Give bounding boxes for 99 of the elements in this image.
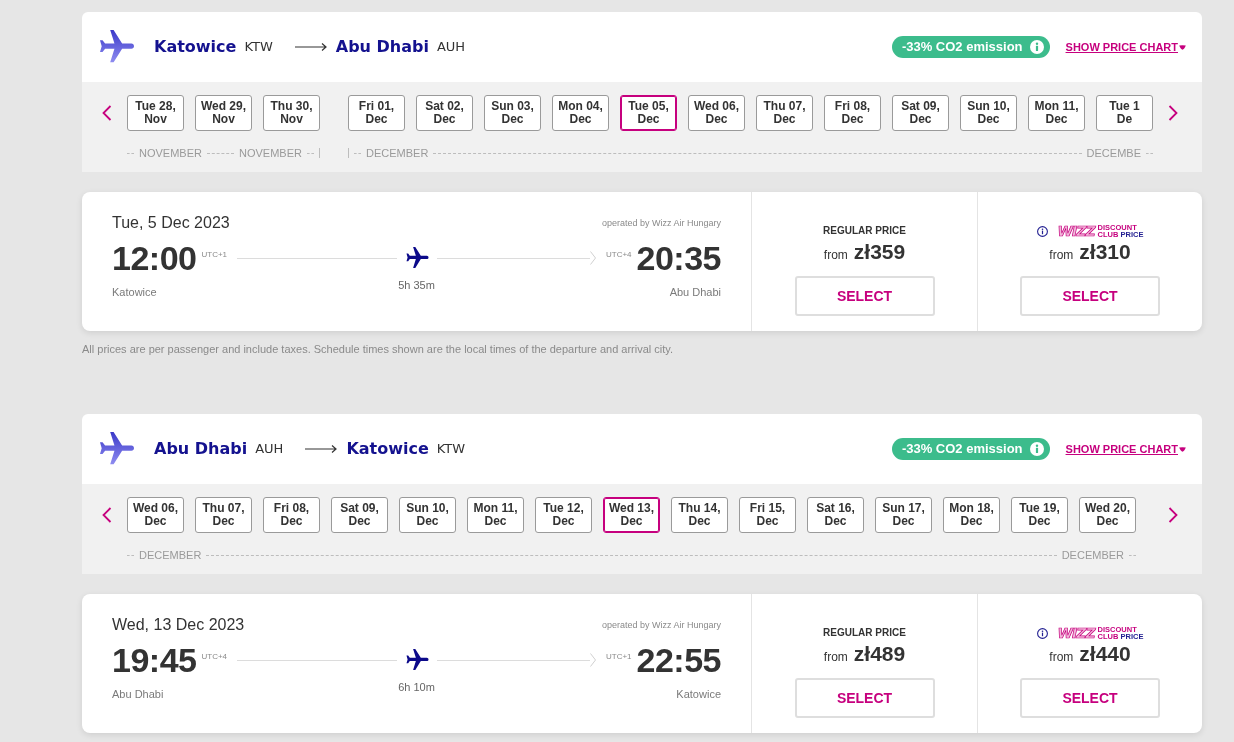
caret-down-icon [1179, 44, 1186, 50]
flight-duration: 6h 10m [398, 681, 435, 695]
date-button[interactable]: Sat 16, Dec [807, 497, 864, 533]
brand-logo: WIZZ [1057, 626, 1095, 640]
date-button[interactable]: Fri 08, Dec [824, 95, 881, 131]
arrow-right-icon [294, 42, 327, 52]
show-price-chart-link[interactable]: SHOW PRICE CHART [1065, 442, 1186, 456]
date-button[interactable]: Mon 18, Dec [943, 497, 1000, 533]
select-button[interactable]: SELECT [1020, 276, 1160, 316]
date-button[interactable]: Sat 09, Dec [331, 497, 388, 533]
city-name: Katowice [154, 37, 237, 57]
airport-code: KTW [436, 440, 466, 458]
from-label: from [1049, 650, 1074, 664]
date-button[interactable]: Tue 05, Dec [620, 95, 677, 131]
select-button[interactable]: SELECT [794, 678, 935, 718]
arrival-time: 20:35 [636, 241, 721, 275]
date-button[interactable]: Sat 09, Dec [892, 95, 949, 131]
date-button[interactable]: Wed 06, Dec [688, 95, 745, 131]
date-button[interactable]: Sat 02, Dec [416, 95, 473, 131]
date-button[interactable]: Sun 10, Dec [960, 95, 1017, 131]
city-name: Abu Dhabi [335, 37, 429, 57]
date-button[interactable]: Sun 17, Dec [875, 497, 932, 533]
operator-text: operated by Wizz Air Hungary [601, 217, 721, 229]
arrowhead-icon [589, 653, 596, 667]
arrival-time: 22:55 [636, 643, 721, 677]
chevron-left-icon[interactable] [102, 507, 112, 523]
chevron-left-icon[interactable] [102, 105, 112, 121]
date-button[interactable]: Thu 07, Dec [195, 497, 252, 533]
date-button[interactable]: Thu 30, Nov [263, 95, 320, 131]
date-button[interactable]: Mon 11, Dec [467, 497, 524, 533]
select-button[interactable]: SELECT [794, 276, 935, 316]
departure-city: Abu Dhabi [112, 688, 165, 701]
timezone-label: UTC+1 [605, 652, 632, 662]
from-label: from [823, 248, 848, 262]
operator-text: operated by Wizz Air Hungary [601, 619, 721, 631]
arrival-city: Abu Dhabi [668, 286, 721, 299]
flight-date: Tue, 5 Dec 2023 [112, 213, 230, 233]
month-label: DECEMBER [1061, 549, 1124, 561]
price-value: zł440 [1079, 642, 1131, 666]
chevron-right-icon[interactable] [1168, 105, 1178, 121]
month-label: NOVEMBER [139, 147, 202, 159]
info-icon[interactable] [1036, 225, 1048, 237]
month-label: NOVEMBER [239, 147, 302, 159]
date-button[interactable]: Thu 14, Dec [671, 497, 728, 533]
from-label: from [1049, 248, 1074, 262]
price-value: zł489 [853, 642, 906, 666]
timezone-label: UTC+4 [201, 652, 228, 662]
date-button[interactable]: Tue 28, Nov [127, 95, 184, 131]
arrow-right-icon [305, 444, 338, 454]
from-label: from [823, 650, 848, 664]
arrival-city: Katowice [675, 688, 721, 701]
caret-down-icon [1179, 446, 1186, 452]
date-button[interactable]: Wed 06, Dec [127, 497, 184, 533]
date-button[interactable]: Wed 29, Nov [195, 95, 252, 131]
price-value: zł310 [1079, 240, 1131, 264]
arrowhead-icon [589, 251, 596, 265]
airplane-icon [100, 30, 134, 64]
month-label: DECEMBER [139, 549, 202, 561]
price-value: zł359 [853, 240, 906, 264]
date-button[interactable]: Thu 07, Dec [756, 95, 813, 131]
flight-duration: 5h 35m [398, 279, 435, 293]
date-button[interactable]: Tue 12, Dec [535, 497, 592, 533]
month-label: DECEMBE [1086, 147, 1141, 159]
date-button[interactable]: Fri 01, Dec [348, 95, 405, 131]
co2-emission-label: -33% CO2 emission [901, 441, 1023, 457]
date-button[interactable]: Sun 03, Dec [484, 95, 541, 131]
city-name: Abu Dhabi [154, 439, 248, 459]
airport-code: AUH [255, 440, 284, 458]
info-icon[interactable] [1036, 627, 1048, 639]
fare-label: REGULAR PRICE [823, 224, 906, 238]
show-price-chart-link[interactable]: SHOW PRICE CHART [1065, 40, 1186, 54]
month-label: DECEMBER [366, 147, 429, 159]
timezone-label: UTC+1 [201, 250, 228, 260]
departure-time: 19:45 [112, 643, 197, 677]
flight-date: Wed, 13 Dec 2023 [112, 615, 245, 635]
date-button[interactable]: Sun 10, Dec [399, 497, 456, 533]
brand-logo: WIZZ [1057, 224, 1095, 238]
timezone-label: UTC+4 [605, 250, 632, 260]
date-button[interactable]: Wed 13, Dec [603, 497, 660, 533]
airport-code: AUH [436, 38, 466, 56]
date-button[interactable]: Fri 15, Dec [739, 497, 796, 533]
price-note: All prices are per passenger and include taxes. Schedule times shown are the local times of the departure and arrival city. [82, 343, 675, 356]
date-button[interactable]: Tue 19, Dec [1011, 497, 1068, 533]
date-button[interactable]: Mon 04, Dec [552, 95, 609, 131]
date-button[interactable]: Tue 1 De [1096, 95, 1153, 131]
date-button[interactable]: Wed 20, Dec [1079, 497, 1136, 533]
city-name: Katowice [346, 439, 429, 459]
airport-code: KTW [244, 38, 273, 56]
select-button[interactable]: SELECT [1020, 678, 1160, 718]
departure-time: 12:00 [112, 241, 197, 275]
fare-label: REGULAR PRICE [823, 626, 906, 640]
airplane-icon [100, 432, 134, 466]
chevron-right-icon[interactable] [1168, 507, 1178, 523]
departure-city: Katowice [112, 286, 158, 299]
date-button[interactable]: Mon 11, Dec [1028, 95, 1085, 131]
date-button[interactable]: Fri 08, Dec [263, 497, 320, 533]
co2-emission-label: -33% CO2 emission [901, 39, 1023, 55]
airplane-icon [404, 247, 430, 269]
airplane-icon [404, 649, 430, 671]
